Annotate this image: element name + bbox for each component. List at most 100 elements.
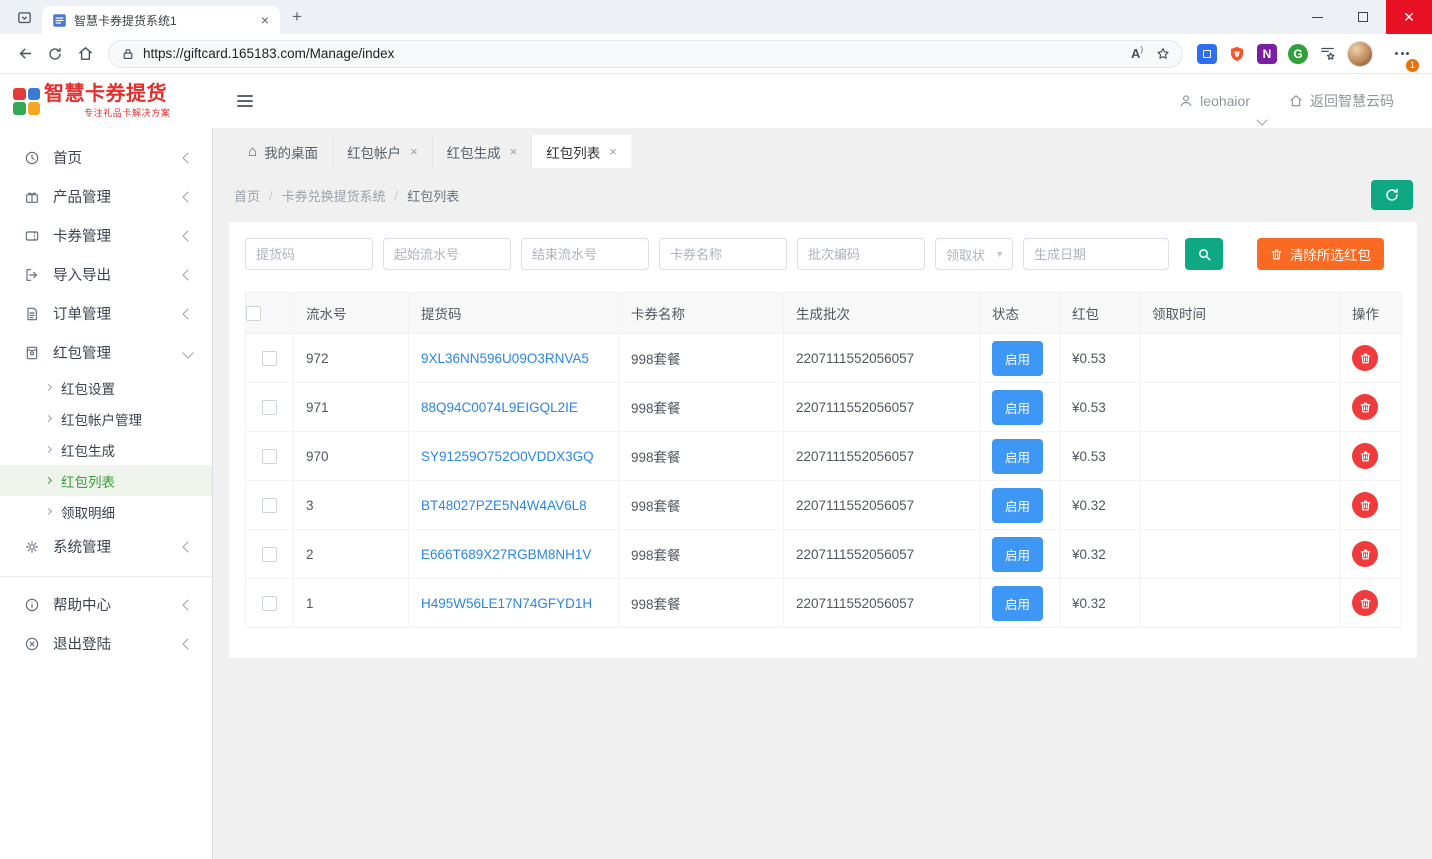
shield-extension-icon[interactable]: [1228, 45, 1246, 63]
tab-close-icon[interactable]: ×: [609, 144, 617, 159]
user-icon: [1178, 93, 1194, 109]
clear-selected-button[interactable]: 清除所选红包: [1257, 238, 1384, 270]
tab-close-icon[interactable]: ×: [510, 144, 518, 159]
status-enable-button[interactable]: 启用: [992, 586, 1043, 621]
card-name-input[interactable]: [659, 238, 787, 270]
generate-date-input[interactable]: [1023, 238, 1169, 270]
row-checkbox[interactable]: [262, 449, 277, 464]
submenu-item-redpacket-settings[interactable]: 红包设置: [0, 372, 212, 403]
user-menu[interactable]: leohaior: [1178, 93, 1250, 109]
back-icon[interactable]: [10, 39, 40, 69]
submenu-item-redpacket-generate[interactable]: 红包生成: [0, 434, 212, 465]
submenu-item-claim-details[interactable]: 领取明细: [0, 496, 212, 527]
breadcrumb-home[interactable]: 首页: [234, 186, 260, 205]
sidebar-item-system-management[interactable]: 系统管理: [0, 527, 212, 566]
pickup-code-link[interactable]: 88Q94C0074L9EIGQL2IE: [421, 400, 578, 415]
pickup-code-link[interactable]: BT48027PZE5N4W4AV6L8: [421, 498, 587, 513]
delete-button[interactable]: [1352, 492, 1378, 518]
status-enable-button[interactable]: 启用: [992, 537, 1043, 572]
sidebar-item-help-center[interactable]: 帮助中心: [0, 585, 212, 624]
status-enable-button[interactable]: 启用: [992, 488, 1043, 523]
amount-cell: ¥0.53: [1060, 334, 1140, 383]
browser-toolbar: https://giftcard.165183.com/Manage/index…: [0, 34, 1432, 74]
sidebar-item-logout[interactable]: 退出登陆: [0, 624, 212, 663]
status-enable-button[interactable]: 启用: [992, 341, 1043, 376]
chevron-left-icon: [182, 269, 193, 280]
browser-tab[interactable]: 智慧卡券提货系统1 ×: [42, 6, 280, 34]
tab-redpacket-generate[interactable]: 红包生成 ×: [433, 135, 533, 168]
minimize-button[interactable]: [1294, 0, 1340, 34]
sidebar-item-redpacket-management[interactable]: 红包管理: [0, 333, 212, 372]
refresh-icon[interactable]: [40, 39, 70, 69]
row-checkbox[interactable]: [262, 351, 277, 366]
claim-status-select[interactable]: 领取状 ▼: [935, 238, 1013, 270]
tab-actions-icon[interactable]: [10, 3, 38, 31]
profile-avatar[interactable]: [1347, 41, 1373, 67]
sidebar-item-import-export[interactable]: 导入导出: [0, 255, 212, 294]
status-enable-button[interactable]: 启用: [992, 439, 1043, 474]
address-bar[interactable]: https://giftcard.165183.com/Manage/index…: [108, 40, 1183, 68]
batch-code-input[interactable]: [797, 238, 925, 270]
row-checkbox[interactable]: [262, 400, 277, 415]
row-checkbox[interactable]: [262, 596, 277, 611]
tab-close-icon[interactable]: ×: [258, 12, 272, 28]
serial-start-input[interactable]: [383, 238, 511, 270]
select-all-checkbox[interactable]: [246, 306, 261, 321]
row-checkbox[interactable]: [262, 498, 277, 513]
tab-redpacket-accounts[interactable]: 红包帐户 ×: [333, 135, 433, 168]
header-status: 状态: [980, 293, 1060, 334]
chevron-left-icon: [182, 230, 193, 241]
tab-redpacket-list[interactable]: 红包列表 ×: [532, 135, 632, 168]
sidebar-item-home[interactable]: 首页: [0, 138, 212, 177]
delete-button[interactable]: [1352, 541, 1378, 567]
chevron-right-icon: [45, 446, 52, 453]
maximize-button[interactable]: [1340, 0, 1386, 34]
status-enable-button[interactable]: 启用: [992, 390, 1043, 425]
delete-button[interactable]: [1352, 394, 1378, 420]
user-menu-chevron-icon[interactable]: [1256, 114, 1267, 125]
breadcrumb-system[interactable]: 卡券兑换提货系统: [282, 186, 386, 205]
header-claim-time: 领取时间: [1140, 293, 1340, 334]
logo-subtitle: 专注礼品卡解决方案: [84, 106, 170, 119]
delete-button[interactable]: [1352, 345, 1378, 371]
batch-cell: 2207111552056057: [784, 432, 980, 481]
chevron-right-icon: [45, 477, 52, 484]
close-window-button[interactable]: ✕: [1386, 0, 1432, 34]
pickup-code-link[interactable]: SY91259O752O0VDDX3GQ: [421, 449, 594, 464]
redpacket-table: 流水号 提货码 卡券名称 生成批次 状态 红包 领取时间 操作: [245, 292, 1401, 628]
tab-my-desktop[interactable]: ⌂ 我的桌面: [234, 135, 333, 168]
read-aloud-icon[interactable]: A): [1124, 41, 1150, 67]
info-icon: [24, 597, 40, 613]
sidebar-item-product-management[interactable]: 产品管理: [0, 177, 212, 216]
trash-icon: [1359, 352, 1372, 365]
extension-green-icon[interactable]: G: [1288, 44, 1308, 64]
tab-close-icon[interactable]: ×: [410, 144, 418, 159]
pickup-code-link[interactable]: E666T689X27RGBM8NH1V: [421, 547, 591, 562]
page-refresh-button[interactable]: [1371, 180, 1413, 210]
return-cloud-link[interactable]: 返回智慧云码: [1288, 91, 1394, 111]
submenu-item-redpacket-list[interactable]: 红包列表: [0, 465, 212, 496]
serial-end-input[interactable]: [521, 238, 649, 270]
extension-n-icon[interactable]: N: [1257, 44, 1277, 64]
row-checkbox[interactable]: [262, 547, 277, 562]
home-icon[interactable]: [70, 39, 100, 69]
extension-blue-icon[interactable]: [1197, 44, 1217, 64]
submenu-item-redpacket-accounts[interactable]: 红包帐户管理: [0, 403, 212, 434]
pickup-code-link[interactable]: H495W56LE17N74GFYD1H: [421, 596, 592, 611]
sidebar-item-order-management[interactable]: 订单管理: [0, 294, 212, 333]
serial-cell: 971: [294, 383, 409, 432]
favorites-hub-icon[interactable]: [1319, 45, 1336, 62]
amount-cell: ¥0.32: [1060, 530, 1140, 579]
batch-cell: 2207111552056057: [784, 481, 980, 530]
search-button[interactable]: [1185, 238, 1223, 270]
add-favorite-icon[interactable]: [1150, 41, 1176, 67]
return-cloud-label: 返回智慧云码: [1310, 91, 1394, 111]
sidebar-item-card-management[interactable]: 卡券管理: [0, 216, 212, 255]
pickup-code-link[interactable]: 9XL36NN596U09O3RNVA5: [421, 351, 589, 366]
delete-button[interactable]: [1352, 590, 1378, 616]
delete-button[interactable]: [1352, 443, 1378, 469]
settings-menu-icon[interactable]: 1: [1388, 40, 1416, 68]
new-tab-button[interactable]: +: [292, 7, 302, 27]
sidebar-toggle-icon[interactable]: [237, 95, 253, 107]
pickup-code-input[interactable]: [245, 238, 373, 270]
